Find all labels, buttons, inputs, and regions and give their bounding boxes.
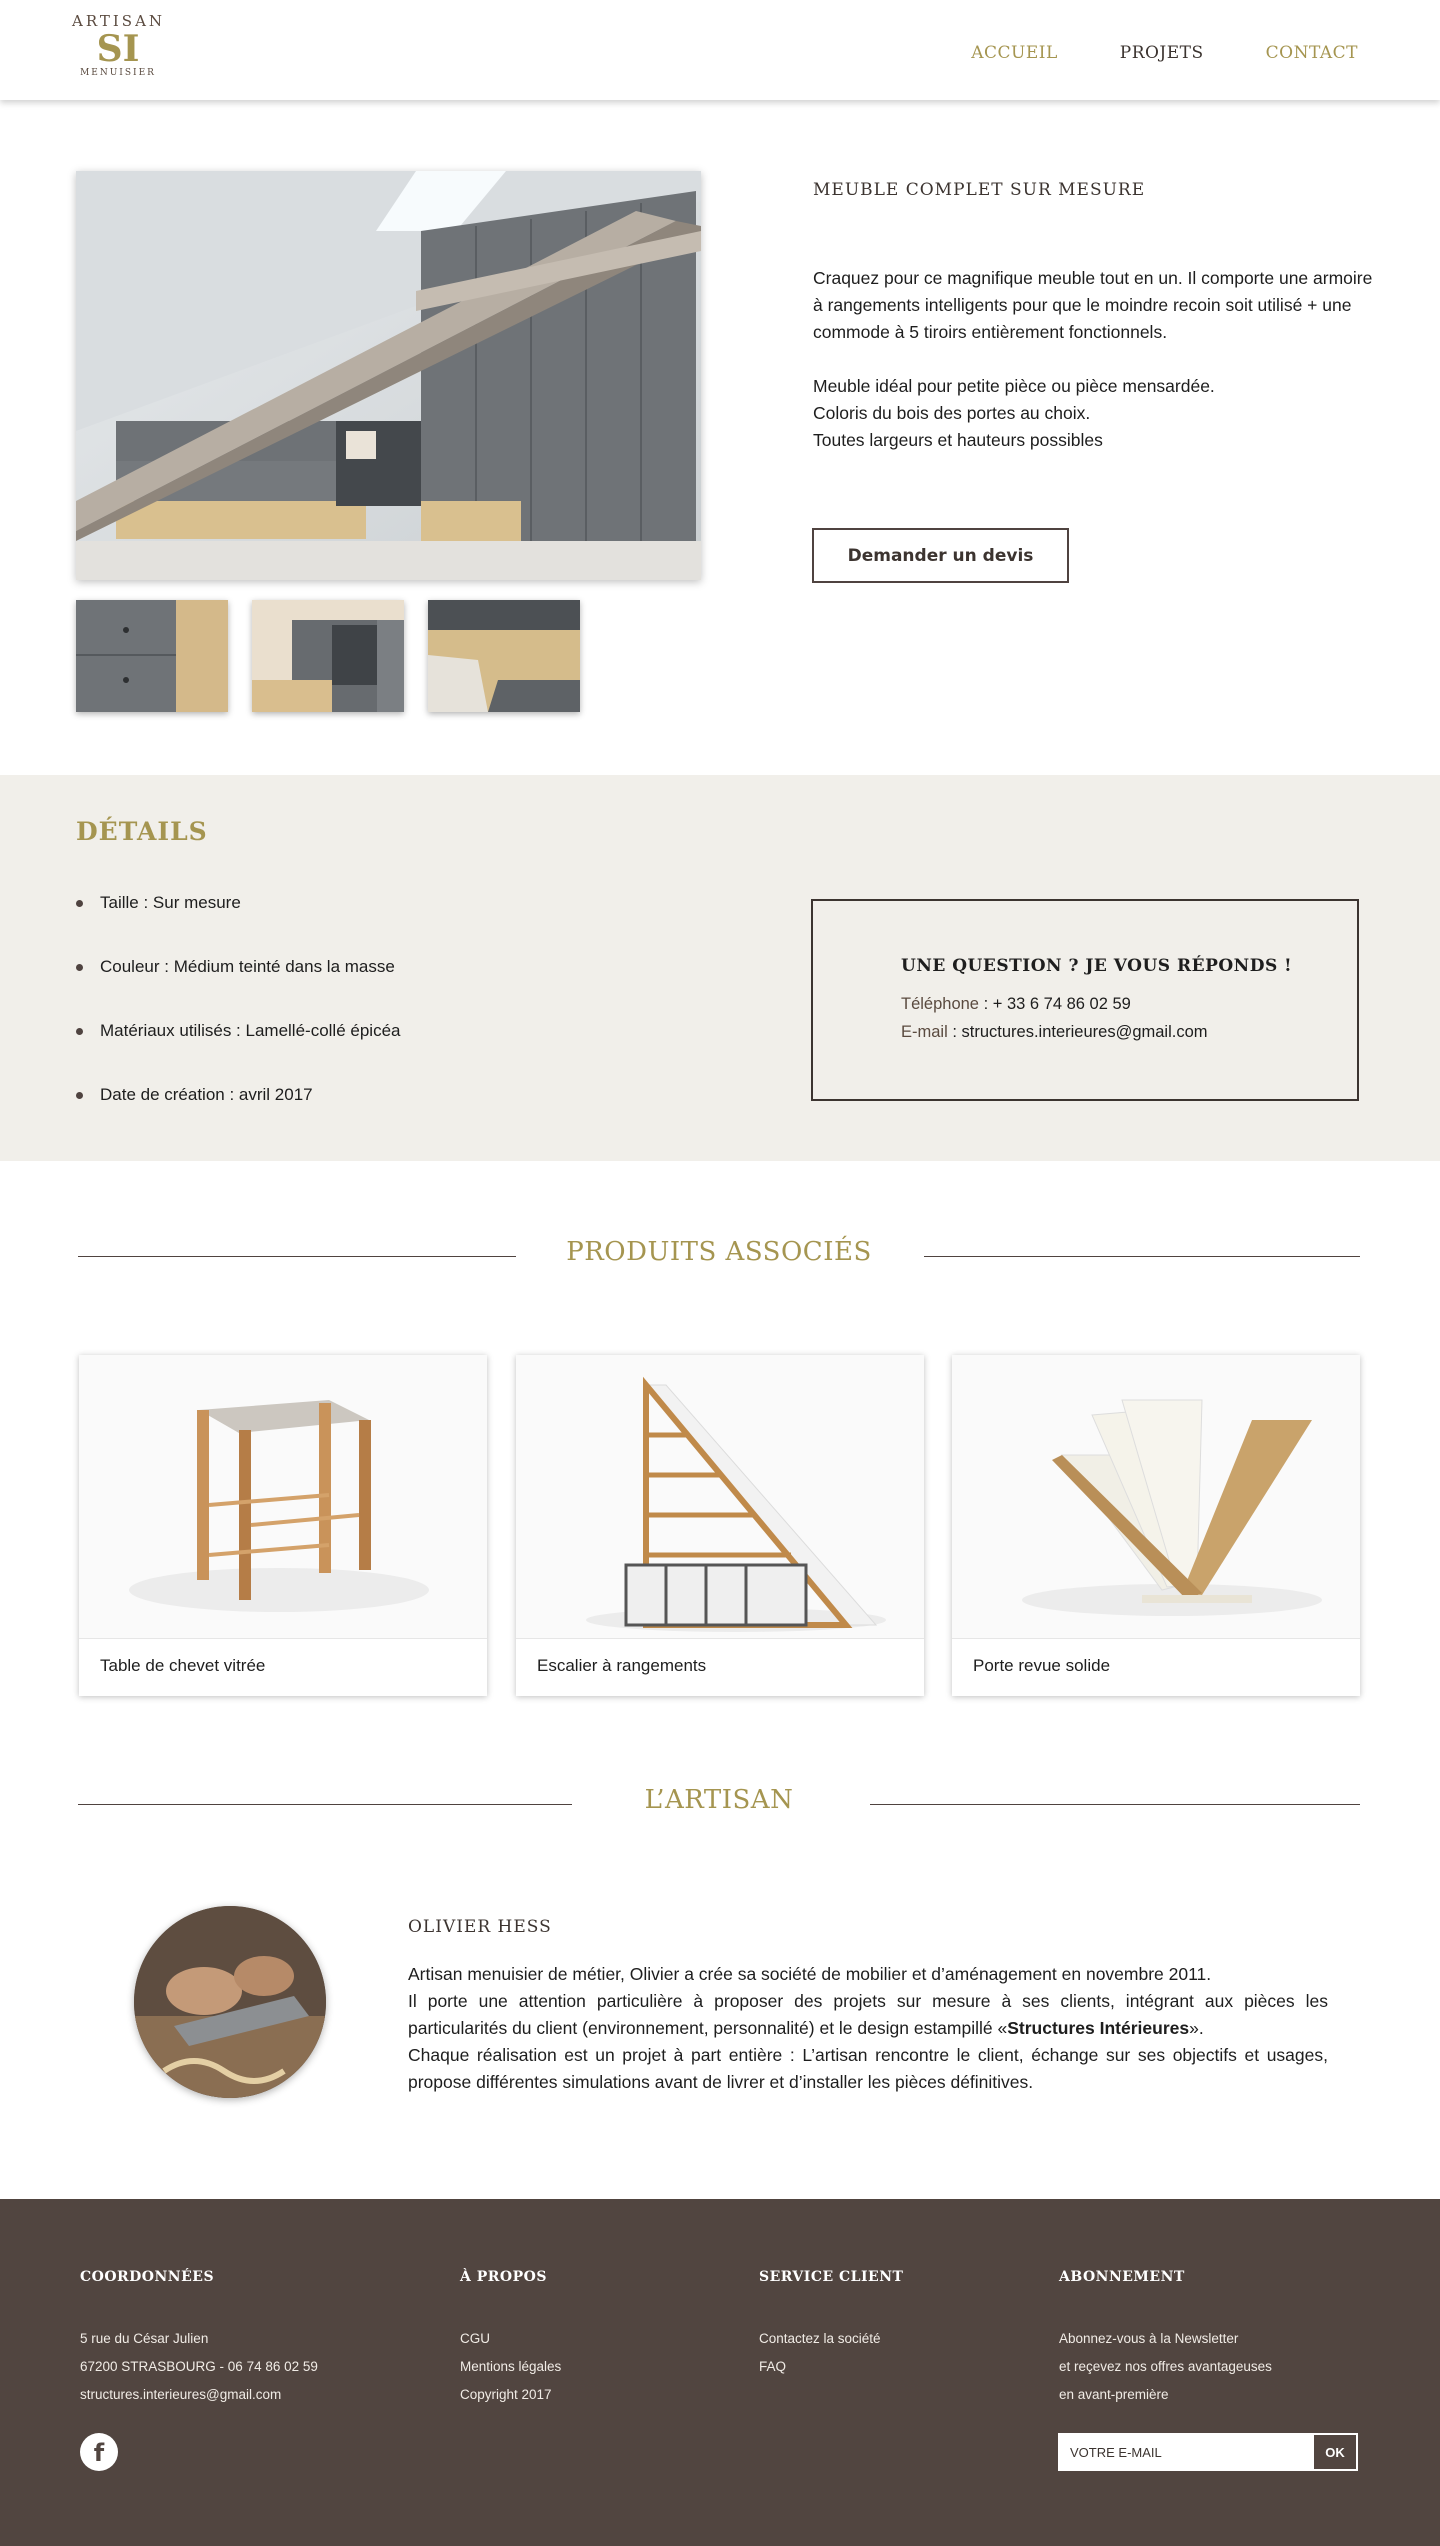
storage-staircase-image <box>586 1376 886 1632</box>
footer-newsletter: ABONNEMENT Abonnez-vous à la Newsletter … <box>1059 2269 1272 2409</box>
card-image <box>516 1355 924 1638</box>
footer-heading: À PROPOS <box>460 2269 547 2285</box>
facebook-icon[interactable]: f <box>80 2433 118 2471</box>
thumbnail-2[interactable] <box>252 600 404 712</box>
product-card[interactable]: Escalier à rangements <box>516 1355 924 1696</box>
card-label: Table de chevet vitrée <box>100 1656 266 1675</box>
contact-email[interactable]: E-mail : structures.interieures@gmail.co… <box>901 1023 1208 1042</box>
product-main-photo[interactable] <box>76 171 701 580</box>
product-title: MEUBLE COMPLET SUR MESURE <box>813 180 1146 200</box>
details-section: DÉTAILS Taille : Sur mesure Couleur : Mé… <box>0 775 1440 1161</box>
footer-heading: SERVICE CLIENT <box>759 2269 904 2285</box>
details-item: Taille : Sur mesure <box>76 893 400 957</box>
nav-accueil[interactable]: ACCUEIL <box>971 43 1058 63</box>
divider <box>952 1638 1360 1639</box>
newsletter-email-input[interactable] <box>1060 2435 1314 2469</box>
magazine-rack-image <box>1022 1399 1322 1616</box>
footer-about: À PROPOS CGU Mentions légales Copyright … <box>460 2269 561 2409</box>
contact-box: UNE QUESTION ? JE VOUS RÉPONDS ! Télépho… <box>811 899 1359 1101</box>
artisan-bio-line: Artisan menuisier de métier, Olivier a c… <box>408 1964 1212 1984</box>
details-title: DÉTAILS <box>76 817 208 846</box>
related-products-heading: PRODUITS ASSOCIÉS <box>78 1237 1360 1277</box>
attic-cabinet-image <box>76 171 701 580</box>
artisan-heading: L’ARTISAN <box>78 1785 1360 1825</box>
main-nav: ACCUEIL PROJETS CONTACT <box>971 43 1358 63</box>
footer-email[interactable]: structures.interieures@gmail.com <box>80 2381 318 2409</box>
card-image <box>952 1355 1360 1638</box>
nav-contact[interactable]: CONTACT <box>1266 43 1358 63</box>
brand-name: Structures Intérieures <box>1007 2018 1190 2038</box>
newsletter-form: OK <box>1058 2433 1358 2471</box>
newsletter-text: en avant-première <box>1059 2387 1169 2402</box>
card-label: Porte revue solide <box>973 1656 1111 1675</box>
card-image <box>79 1355 487 1638</box>
nav-projets[interactable]: PROJETS <box>1120 43 1204 63</box>
artisan-name: OLIVIER HESS <box>408 1917 552 1937</box>
phone-label: Téléphone <box>901 995 979 1013</box>
logo-bottom-text: MENUISIER <box>80 68 156 78</box>
site-footer: COORDONNÉES 5 rue du César Julien 67200 … <box>0 2199 1440 2546</box>
related-products-title: PRODUITS ASSOCIÉS <box>566 1237 872 1267</box>
footer-copyright: Copyright 2017 <box>460 2387 552 2402</box>
details-list: Taille : Sur mesure Couleur : Médium tei… <box>76 893 400 1149</box>
product-description-line: Toutes largeurs et hauteurs possibles <box>813 430 1103 450</box>
site-header: ARTISAN SI MENUISIER ACCUEIL PROJETS CON… <box>0 0 1440 100</box>
divider <box>79 1638 487 1639</box>
newsletter-text: Abonnez-vous à la Newsletter <box>1059 2331 1239 2346</box>
newsletter-text: et reçevez nos offres avantageuses <box>1059 2359 1272 2374</box>
email-value: : structures.interieures@gmail.com <box>947 1023 1208 1041</box>
footer-link-faq[interactable]: FAQ <box>759 2359 786 2374</box>
footer-service: SERVICE CLIENT Contactez la société FAQ <box>759 2269 903 2381</box>
request-quote-button[interactable]: Demander un devis <box>812 528 1069 583</box>
artisan-photo <box>134 1906 326 2098</box>
product-description-line: Meuble idéal pour petite pièce ou pièce … <box>813 376 1215 396</box>
artisan-bio-line: Chaque réalisation est un projet à part … <box>408 2045 1328 2092</box>
bio-text: ». <box>1189 2018 1204 2038</box>
logo[interactable]: ARTISAN SI MENUISIER <box>72 12 164 90</box>
details-item: Date de création : avril 2017 <box>76 1085 400 1149</box>
footer-link-legal[interactable]: Mentions légales <box>460 2359 561 2374</box>
shelves-detail-image <box>252 600 404 712</box>
card-label: Escalier à rangements <box>537 1656 707 1675</box>
thumbnail-1[interactable] <box>76 600 228 712</box>
footer-coordinates: COORDONNÉES 5 rue du César Julien 67200 … <box>80 2269 318 2409</box>
product-card[interactable]: Porte revue solide <box>952 1355 1360 1696</box>
footer-address: 5 rue du César Julien <box>80 2331 209 2346</box>
divider <box>516 1638 924 1639</box>
logo-monogram: SI <box>96 28 140 70</box>
drawer-detail-image <box>76 600 228 712</box>
newsletter-submit-button[interactable]: OK <box>1314 2435 1356 2469</box>
artisan-bio: Artisan menuisier de métier, Olivier a c… <box>408 1961 1328 2096</box>
product-description-line: Coloris du bois des portes au choix. <box>813 403 1091 423</box>
footer-heading: ABONNEMENT <box>1059 2269 1185 2285</box>
contact-box-title: UNE QUESTION ? JE VOUS RÉPONDS ! <box>901 956 1293 976</box>
product-description: Craquez pour ce magnifique meuble tout e… <box>813 265 1373 454</box>
wood-corner-detail-image <box>428 600 580 712</box>
email-label: E-mail <box>901 1023 948 1041</box>
footer-link-contact[interactable]: Contactez la société <box>759 2331 881 2346</box>
details-item: Couleur : Médium teinté dans la masse <box>76 957 400 1021</box>
product-description-paragraph: Craquez pour ce magnifique meuble tout e… <box>813 268 1373 342</box>
glass-nightstand-image <box>129 1400 429 1612</box>
artisan-section-title: L’ARTISAN <box>644 1785 794 1815</box>
footer-link-cgu[interactable]: CGU <box>460 2331 490 2346</box>
product-card[interactable]: Table de chevet vitrée <box>79 1355 487 1696</box>
footer-heading: COORDONNÉES <box>80 2269 215 2285</box>
details-item: Matériaux utilisés : Lamellé-collé épicé… <box>76 1021 400 1085</box>
contact-phone[interactable]: Téléphone : + 33 6 74 86 02 59 <box>901 995 1131 1014</box>
footer-city-phone: 67200 STRASBOURG - 06 74 86 02 59 <box>80 2359 318 2374</box>
avatar <box>134 1906 326 2098</box>
phone-value: : + 33 6 74 86 02 59 <box>978 995 1131 1013</box>
artisan-bio-line: Il porte une attention particulière à pr… <box>408 1988 1328 2042</box>
thumbnail-3[interactable] <box>428 600 580 712</box>
